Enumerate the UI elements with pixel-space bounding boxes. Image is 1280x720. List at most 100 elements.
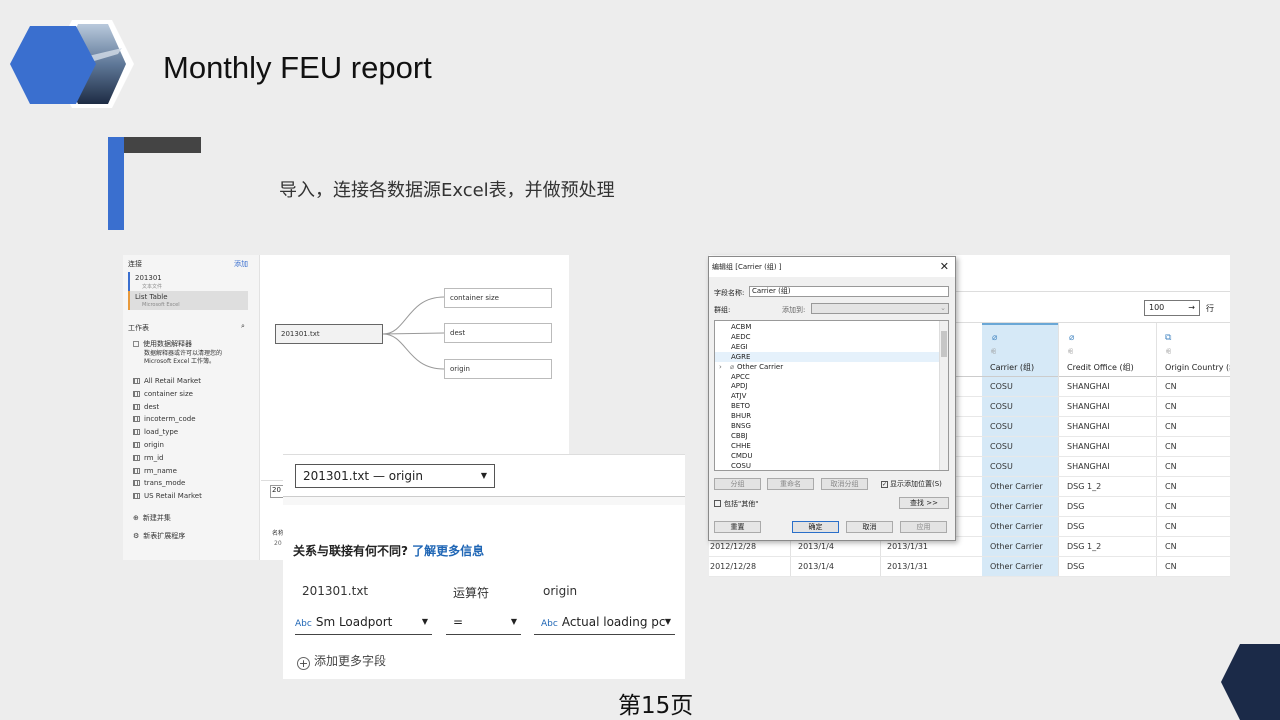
scrollbar-thumb[interactable] [941, 331, 947, 357]
group-item-label: Other Carrier [737, 362, 784, 371]
column-sublabel: 组 [1166, 349, 1172, 355]
group-list-item[interactable]: BHUR [731, 411, 751, 421]
operator-select[interactable]: = ▼ [446, 613, 521, 635]
table-cell: 2013/1/4 [798, 562, 834, 571]
interpreter-label: 使用数据解释器 [143, 340, 192, 348]
corner-hexagon-decoration [1221, 644, 1280, 720]
sheet-item[interactable]: origin [133, 441, 164, 449]
group-list-item[interactable]: BETO [731, 401, 750, 411]
table-cell: SHANGHAI [1067, 422, 1110, 431]
column-header[interactable]: Credit Office (组) [1067, 362, 1134, 373]
sheet-name: US Retail Market [144, 492, 202, 501]
show-added-checkbox[interactable]: ✓ 显示添加位置(S) [881, 479, 942, 489]
group-list-item[interactable]: › ⌀ Other Carrier [719, 362, 783, 372]
paperclip-icon: ⌀ [992, 333, 998, 343]
header-decoration [10, 20, 134, 108]
sheet-name: rm_name [144, 466, 177, 475]
add-field-button[interactable]: + 添加更多字段 [297, 652, 386, 670]
join-source-select[interactable]: 201301.txt — origin ▼ [295, 464, 495, 488]
group-list-item[interactable]: APDJ [731, 381, 747, 391]
cancel-button[interactable]: 取消 [846, 521, 893, 533]
table-cell: CN [1165, 442, 1177, 451]
table-cell: SHANGHAI [1067, 382, 1110, 391]
rename-button[interactable]: 重命名 [767, 478, 814, 490]
sheet-item[interactable]: incoterm_code [133, 415, 196, 423]
sheet-item[interactable]: load_type [133, 428, 178, 436]
right-field-select[interactable]: Abc Actual loading pc ▼ [534, 613, 675, 635]
extension-icon: ⚙ [133, 532, 140, 540]
group-list-item[interactable]: CMDU [731, 451, 752, 461]
group-list-item[interactable]: APCC [731, 372, 750, 382]
field-name-input[interactable]: Carrier (组) [749, 286, 949, 297]
include-other-label: 包括"其他" [724, 500, 759, 508]
group-button[interactable]: 分组 [714, 478, 761, 490]
expand-chevron-icon[interactable]: › [719, 363, 722, 371]
subtitle: 导入，连接各数据源Excel表，并做预处理 [279, 180, 615, 201]
group-list-item[interactable]: AEGI [731, 342, 748, 352]
table-node[interactable]: origin [444, 359, 552, 379]
table-row[interactable]: 2012/12/28 2013/1/4 2013/1/31 Other Carrier… [709, 557, 1230, 577]
reset-button[interactable]: 重置 [714, 521, 761, 533]
connection-item[interactable]: List Table Microsoft Excel [128, 291, 248, 310]
new-extension-item[interactable]: ⚙ 新表扩展程序 [133, 531, 185, 541]
table-cell: CN [1165, 422, 1177, 431]
table-node[interactable]: dest [444, 323, 552, 343]
group-list-item[interactable]: COSU [731, 461, 751, 470]
scrollbar[interactable] [939, 321, 948, 470]
connection-item[interactable]: 201301 文本文件 [128, 272, 248, 291]
relationship-lines [382, 296, 445, 370]
new-union-item[interactable]: ⊕ 新建并集 [133, 513, 171, 523]
table-cell: 2012/12/28 [710, 562, 757, 571]
group-list-item[interactable]: CHHE [731, 441, 751, 451]
group-list-item[interactable]: ATJV [731, 391, 746, 401]
ungroup-button[interactable]: 取消分组 [821, 478, 868, 490]
page-number: 第15页 [618, 693, 694, 719]
sheet-item[interactable]: dest [133, 403, 159, 411]
column-header[interactable]: Origin Country (组) [1165, 362, 1230, 373]
edit-group-dialog: 编辑组 [Carrier (组) ] ✕ 字段名称: Carrier (组) 群组… [708, 256, 956, 541]
find-button[interactable]: 查找 >> [899, 497, 949, 509]
group-list-item[interactable]: BNSG [731, 421, 751, 431]
root-table-node[interactable]: 201301.txt [275, 324, 383, 344]
sheet-item[interactable]: All Retail Market [133, 377, 201, 385]
rows-input[interactable]: 100 → [1144, 300, 1200, 316]
sheet-item[interactable]: trans_mode [133, 479, 185, 487]
group-list-item[interactable]: AEDC [731, 332, 751, 342]
apply-button[interactable]: 应用 [900, 521, 947, 533]
grid-toggle[interactable]: 20 [270, 485, 284, 498]
table-cell: COSU [990, 382, 1013, 391]
table-cell: CN [1165, 462, 1177, 471]
column-sublabel: 组 [1068, 349, 1074, 355]
add-connection-link[interactable]: 添加 [234, 259, 248, 269]
group-list-item[interactable]: ACBM [731, 322, 751, 332]
add-to-label: 添加到: [782, 306, 806, 314]
table-node[interactable]: container size [444, 288, 552, 308]
sheet-item[interactable]: container size [133, 390, 193, 398]
group-list-item[interactable]: CBBJ [731, 431, 748, 441]
ok-button[interactable]: 确定 [792, 521, 839, 533]
dialog-titlebar: 编辑组 [Carrier (组) ] ✕ [709, 257, 955, 277]
column-header[interactable]: Carrier (组) [990, 362, 1034, 373]
chevron-down-icon: ▼ [664, 617, 671, 626]
add-to-select[interactable]: ⌄ [811, 303, 949, 314]
sheets-header: 工作表 [128, 324, 149, 332]
include-other-checkbox[interactable]: 包括"其他" [714, 499, 758, 509]
sheet-item[interactable]: rm_name [133, 467, 177, 475]
page-title: Monthly FEU report [163, 50, 432, 85]
table-cell: CN [1165, 502, 1177, 511]
table-cell: Other Carrier [990, 542, 1043, 551]
interpreter-checkbox[interactable]: 使用数据解释器 [133, 339, 192, 349]
rows-value: 100 [1149, 303, 1165, 312]
left-field-select[interactable]: Abc Sm Loadport ▼ [295, 613, 432, 635]
group-label: 群组: [714, 306, 731, 314]
table-cell: DSG [1067, 562, 1085, 571]
show-added-label: 显示添加位置(S) [890, 480, 942, 488]
group-list-item[interactable]: AGRE [715, 351, 940, 362]
close-icon[interactable]: ✕ [940, 257, 949, 277]
search-icon[interactable]: ⌕ [241, 322, 245, 331]
learn-more-link[interactable]: 了解更多信息 [412, 544, 484, 558]
sheet-item[interactable]: US Retail Market [133, 492, 202, 500]
sheet-item[interactable]: rm_id [133, 454, 163, 462]
left-field-value: Sm Loadport [315, 615, 393, 629]
table-cell: CN [1165, 522, 1177, 531]
